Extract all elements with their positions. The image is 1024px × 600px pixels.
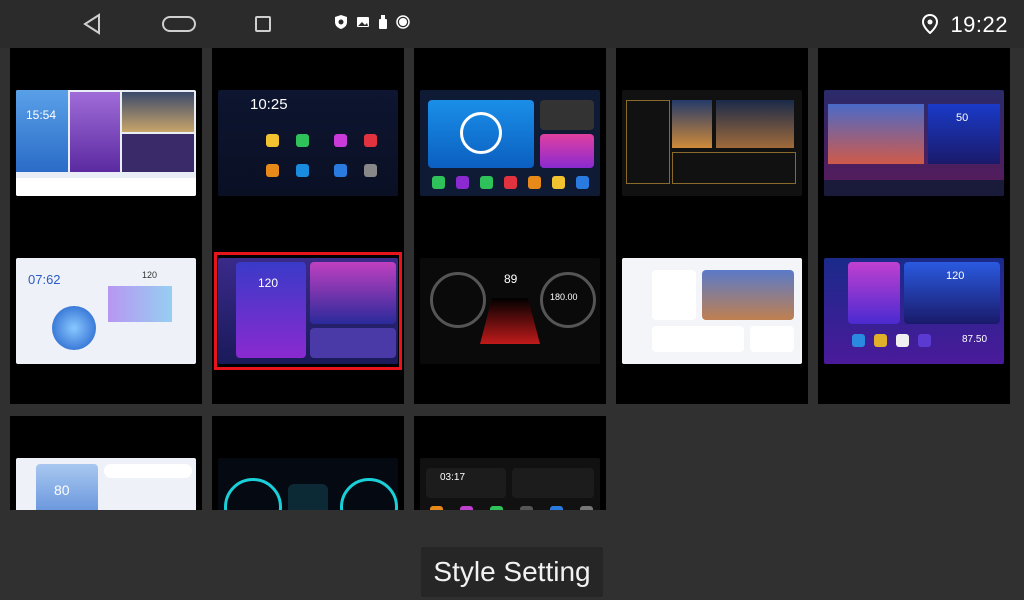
style-thumbnail-selected[interactable]: 120 xyxy=(212,216,404,404)
style-thumbnail[interactable] xyxy=(414,48,606,236)
status-bar: 19:22 xyxy=(0,0,1024,48)
recents-button[interactable] xyxy=(252,10,274,38)
style-thumbnail[interactable] xyxy=(212,416,404,510)
preview-clock: 10:25 xyxy=(250,96,288,113)
preview-speed: 180.00 xyxy=(550,292,578,302)
style-preview xyxy=(218,458,398,510)
back-icon xyxy=(83,13,100,35)
shield-icon xyxy=(335,15,347,29)
preview-gear: 89 xyxy=(504,272,518,286)
style-thumbnail[interactable]: 80 xyxy=(10,416,202,510)
style-thumbnail[interactable]: 50 xyxy=(818,48,1010,236)
style-preview: 50 xyxy=(824,90,1004,196)
location-icon xyxy=(922,14,938,34)
preview-speed: 120 xyxy=(946,270,965,282)
style-setting-title: Style Setting xyxy=(421,547,603,597)
style-thumbnail[interactable] xyxy=(616,48,808,236)
home-icon xyxy=(162,16,196,32)
circle-icon xyxy=(396,15,410,29)
style-preview: 10:25 xyxy=(218,90,398,196)
preview-clock: 07:62 xyxy=(28,272,61,287)
style-grid: 15:54 10:25 50 07:62 120 120 89 180.00 1… xyxy=(0,48,1024,510)
style-thumbnail[interactable]: 15:54 xyxy=(10,48,202,236)
clock: 19:22 xyxy=(950,12,1008,37)
usb-icon xyxy=(379,15,387,29)
gallery-icon xyxy=(357,17,369,27)
preview-clock: 80 xyxy=(54,482,70,498)
recents-icon xyxy=(255,16,271,32)
style-thumbnail[interactable]: 07:62 120 xyxy=(10,216,202,404)
back-button[interactable] xyxy=(78,10,106,38)
preview-radio: 87.50 xyxy=(962,334,988,345)
preview-speed: 120 xyxy=(142,270,158,280)
preview-clock: 15:54 xyxy=(26,108,57,122)
style-thumbnail[interactable]: 120 87.50 xyxy=(818,216,1010,404)
style-preview xyxy=(622,258,802,364)
style-thumbnail[interactable]: 89 180.00 xyxy=(414,216,606,404)
style-thumbnail[interactable] xyxy=(616,216,808,404)
style-preview: 120 87.50 xyxy=(824,258,1004,364)
style-preview: 89 180.00 xyxy=(420,258,600,364)
preview-clock: 03:17 xyxy=(440,472,466,483)
style-thumbnail[interactable]: 10:25 xyxy=(212,48,404,236)
home-button[interactable] xyxy=(160,10,198,38)
style-preview xyxy=(622,90,802,196)
style-preview xyxy=(420,90,600,196)
style-preview: 03:17 xyxy=(420,458,600,510)
selection-frame xyxy=(214,252,402,370)
style-preview: 15:54 xyxy=(16,90,196,196)
style-preview: 07:62 120 xyxy=(16,258,196,364)
preview-speed: 50 xyxy=(956,112,969,124)
style-preview: 80 xyxy=(16,458,196,510)
style-thumbnail[interactable]: 03:17 xyxy=(414,416,606,510)
